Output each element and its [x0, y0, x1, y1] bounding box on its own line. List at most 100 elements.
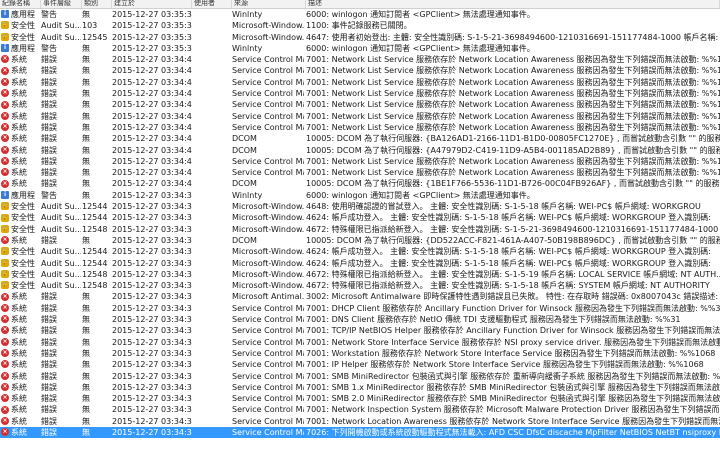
cell-log-name-text: 系統: [11, 55, 27, 65]
table-row[interactable]: 系統 錯誤 無 2015-12-27 03:34:35 Service Control …: [0, 426, 720, 439]
table-row[interactable]: 系統 錯誤 無 2015-12-27 03:34:43 Service Control …: [0, 122, 720, 133]
cell-created: 2015-12-27 03:34:36: [112, 269, 192, 280]
table-row[interactable]: 應用程警告 無 2015-12-27 03:35:34 Winlnty 6000: wi…: [0, 43, 720, 54]
column-header-created[interactable]: 建立於: [112, 0, 192, 8]
cell-category: 無: [82, 88, 110, 99]
table-row[interactable]: 安全性 Audit Su...12544 2015-12-27 03:34:36 Mi…: [0, 212, 720, 223]
table-row[interactable]: 系統 錯誤 無 2015-12-27 03:34:35 Service Control …: [0, 382, 720, 393]
table-row[interactable]: 安全性 Audit Su...12548 2015-12-27 03:34:36 Mi…: [0, 280, 720, 291]
table-row[interactable]: 系統 錯誤 無 2015-12-27 03:34:35 Service Control …: [0, 325, 720, 336]
table-row[interactable]: 安全性 Audit Su...12544 2015-12-27 03:34:36 Mi…: [0, 258, 720, 269]
table-row[interactable]: 系統 錯誤 無 2015-12-27 03:34:43 Service Control …: [0, 99, 720, 110]
cell-source: Service Control Ma...: [232, 393, 304, 404]
cell-source-text: Service Control Ma...: [232, 89, 304, 99]
cell-description: 7001: Network List Service 服務依存於 Network…: [306, 65, 720, 76]
cell-source-text: Service Control Ma...: [232, 337, 304, 347]
table-row[interactable]: 系統 錯誤 無 2015-12-27 03:34:43 Service Control …: [0, 111, 720, 122]
cell-level-text: 警告: [41, 43, 57, 53]
cell-source: Service Control Ma...: [232, 54, 304, 65]
cell-source: Microsoft-Window...: [232, 246, 304, 257]
table-row[interactable]: 系統 錯誤 無 2015-12-27 03:34:41 DCOM 10005: DCOM …: [0, 178, 720, 189]
application-icon: [1, 10, 9, 19]
column-header-user[interactable]: 使用者: [192, 0, 232, 8]
table-row[interactable]: 系統 錯誤 無 2015-12-27 03:34:42 DCOM 10005: DCOM …: [0, 145, 720, 156]
table-row[interactable]: 系統 錯誤 無 2015-12-27 03:34:35 Microsoft Antima…: [0, 291, 720, 302]
table-row[interactable]: 系統 錯誤 無 2015-12-27 03:34:35 Service Control …: [0, 348, 720, 359]
cell-source: Service Control Ma...: [232, 88, 304, 99]
column-header-category[interactable]: 類別: [82, 0, 112, 8]
table-row[interactable]: 系統 錯誤 無 2015-12-27 03:34:43 Service Control …: [0, 88, 720, 99]
cell-category-text: 無: [82, 348, 90, 358]
cell-category: 無: [82, 43, 110, 54]
table-row[interactable]: 系統 錯誤 無 2015-12-27 03:34:35 Service Control …: [0, 314, 720, 325]
column-header-log-name[interactable]: 紀錄名稱: [0, 0, 41, 8]
cell-created: 2015-12-27 03:34:35: [112, 348, 192, 359]
column-header-source[interactable]: 來源: [232, 0, 306, 8]
table-row[interactable]: 應用程警告 無 2015-12-27 03:34:36 Winlnty 6000: wi…: [0, 190, 720, 201]
cell-description-text: 4624: 帳戶成功登入。 主體: 安全性識別碼: S-1-5-18 帳戶名稱:…: [306, 258, 711, 268]
error-icon: [1, 55, 9, 64]
cell-source-text: Microsoft-Window...: [232, 213, 304, 223]
cell-source-text: Service Control Ma...: [232, 303, 304, 313]
table-row[interactable]: 應用程警告 無 2015-12-27 03:35:35 Winlnty 6000: wi…: [0, 9, 720, 20]
cell-user: [192, 156, 230, 167]
table-row[interactable]: 系統 錯誤 無 2015-12-27 03:34:43 Service Control …: [0, 54, 720, 65]
cell-user: [192, 303, 230, 314]
cell-source: Service Control Ma...: [232, 359, 304, 370]
cell-category: 無: [82, 133, 110, 144]
table-row[interactable]: 安全性 Audit Su...12544 2015-12-27 03:34:36 Mi…: [0, 246, 720, 257]
cell-description-text: 3002: Microsoft Antimalware 即時保護特性遇到錯誤且已…: [306, 292, 719, 302]
cell-description-text: 4672: 特殊權限已指派給新登入。 主體: 安全性識別碼: S-1-5-19 …: [306, 269, 720, 279]
cell-created-text: 2015-12-27 03:34:35: [112, 337, 192, 347]
cell-description: 4624: 帳戶成功登入。 主體: 安全性識別碼: S-1-5-18 帳戶名稱:…: [306, 258, 720, 269]
table-row[interactable]: 系統 錯誤 無 2015-12-27 03:34:43 Service Control …: [0, 65, 720, 76]
table-row[interactable]: 系統 錯誤 無 2015-12-27 03:34:35 Service Control …: [0, 337, 720, 348]
cell-level: Audit Su...: [41, 32, 81, 43]
table-row[interactable]: 系統 錯誤 無 2015-12-27 03:34:35 Service Control …: [0, 359, 720, 370]
cell-description: 1100: 事件記錄服務已關閉。: [306, 20, 720, 31]
cell-log-name-text: 系統: [11, 77, 27, 87]
cell-description-text: 7001: Network List Service 服務依存於 Network…: [306, 168, 720, 178]
column-header-level[interactable]: 事件層級: [41, 0, 82, 8]
cell-category: 無: [82, 325, 110, 336]
error-icon: [1, 326, 9, 335]
table-row[interactable]: 系統 錯誤 無 2015-12-27 03:34:42 DCOM 10005: DCOM …: [0, 133, 720, 144]
cell-user: [192, 337, 230, 348]
table-row[interactable]: 系統 錯誤 無 2015-12-27 03:34:35 Service Control …: [0, 404, 720, 415]
table-row[interactable]: 安全性 Audit Su...12545 2015-12-27 03:35:35 Mi…: [0, 32, 720, 43]
cell-log-name-text: 系統: [11, 303, 27, 313]
cell-category: 無: [82, 156, 110, 167]
cell-category: 無: [82, 348, 110, 359]
table-row[interactable]: 系統 錯誤 無 2015-12-27 03:34:42 Service Control …: [0, 167, 720, 178]
cell-category-text: 12548: [82, 269, 108, 279]
cell-category: 無: [82, 122, 110, 133]
cell-created: 2015-12-27 03:34:35: [112, 416, 192, 427]
cell-source-text: Service Control Ma...: [232, 326, 304, 336]
cell-log-name-text: 系統: [11, 394, 27, 404]
table-row[interactable]: 安全性 Audit Su...12544 2015-12-27 03:34:36 Mi…: [0, 201, 720, 212]
cell-level-text: 錯誤: [41, 348, 57, 358]
table-row[interactable]: 系統 錯誤 無 2015-12-27 03:34:36 DCOM 10005: DCOM …: [0, 235, 720, 246]
cell-created-text: 2015-12-27 03:35:35: [112, 32, 192, 42]
table-row[interactable]: 安全性 Audit Su...12548 2015-12-27 03:34:36 Mi…: [0, 269, 720, 280]
table-row[interactable]: 系統 錯誤 無 2015-12-27 03:34:35 Service Control …: [0, 393, 720, 404]
table-row[interactable]: 安全性 Audit Su...12548 2015-12-27 03:34:36 Mi…: [0, 224, 720, 235]
cell-log-name-text: 系統: [11, 416, 27, 426]
cell-category-text: 無: [82, 382, 90, 392]
column-header-description[interactable]: 描述: [306, 0, 720, 8]
cell-created-text: 2015-12-27 03:34:42: [112, 156, 192, 166]
cell-description-text: 7001: Network Location Awareness 服務依存於 N…: [306, 416, 720, 426]
table-row[interactable]: 系統 錯誤 無 2015-12-27 03:34:42 Service Control …: [0, 156, 720, 167]
cell-user: [192, 20, 230, 31]
table-row[interactable]: 安全性 Audit Su...103 2015-12-27 03:35:35 Micr…: [0, 20, 720, 31]
table-row[interactable]: 系統 錯誤 無 2015-12-27 03:34:35 Service Control …: [0, 416, 720, 427]
error-icon: [1, 382, 9, 391]
table-row[interactable]: 系統 錯誤 無 2015-12-27 03:34:35 Service Control …: [0, 303, 720, 314]
table-row[interactable]: 系統 錯誤 無 2015-12-27 03:34:35 Service Control …: [0, 371, 720, 382]
cell-category: 12544: [82, 246, 110, 257]
cell-log-name-text: 應用程: [11, 10, 35, 19]
cell-log-name-text: 系統: [11, 235, 27, 245]
cell-source-text: Service Control Ma...: [232, 405, 304, 415]
cell-description: 4624: 帳戶成功登入。 主體: 安全性識別碼: S-1-5-18 帳戶名稱:…: [306, 246, 720, 257]
table-row[interactable]: 系統 錯誤 無 2015-12-27 03:34:43 Service Control …: [0, 77, 720, 88]
